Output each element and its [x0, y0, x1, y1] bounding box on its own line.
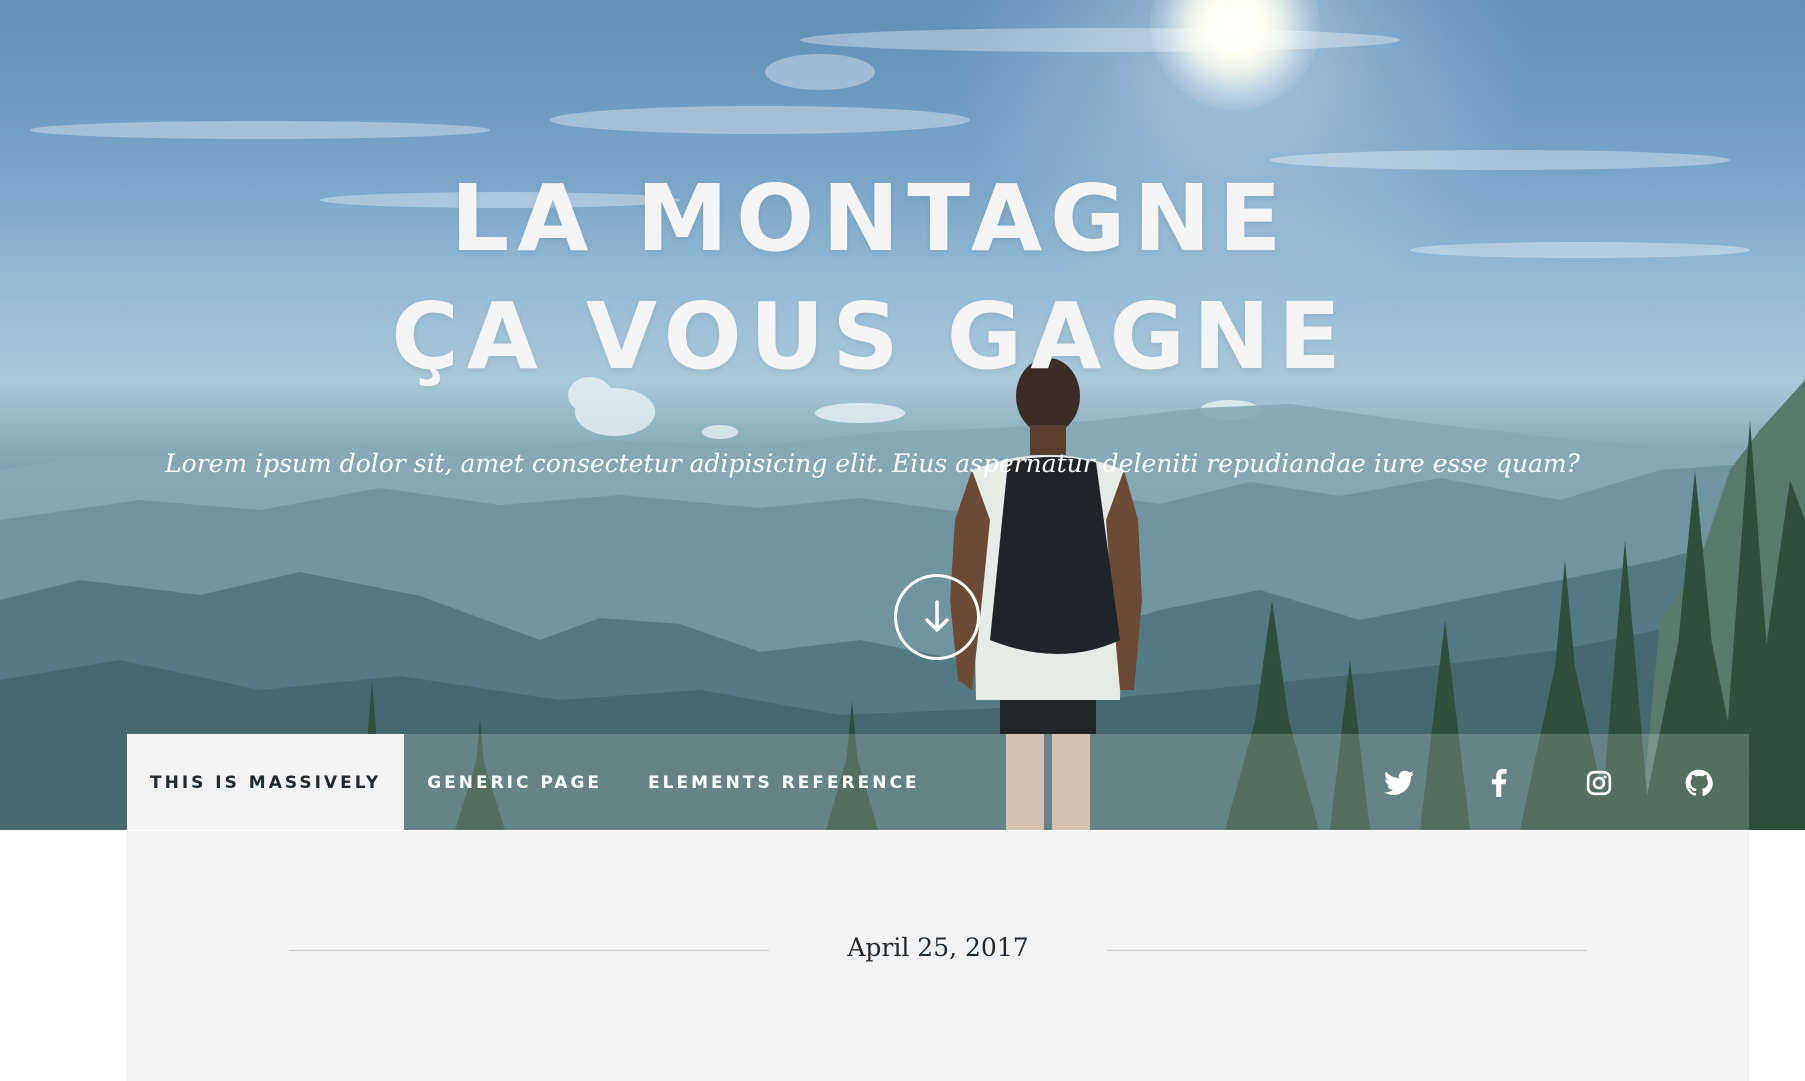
arrow-down-icon	[925, 600, 949, 632]
post-date: April 25, 2017	[847, 933, 1029, 962]
social-links	[1349, 734, 1749, 830]
hero-title-line-1: LA MONTAGNE	[450, 165, 1290, 272]
facebook-icon	[1491, 768, 1507, 797]
instagram-link[interactable]	[1549, 734, 1649, 830]
twitter-icon	[1384, 770, 1414, 795]
instagram-icon	[1586, 770, 1612, 795]
date-divider-left	[289, 950, 769, 951]
page: LA MONTAGNE ÇA VOUS GAGNE Lorem ipsum do…	[0, 0, 1805, 1081]
twitter-link[interactable]	[1349, 734, 1449, 830]
date-divider-right	[1107, 950, 1587, 951]
facebook-link[interactable]	[1449, 734, 1549, 830]
main-nav: THIS IS MASSIVELY GENERIC PAGE ELEMENTS …	[127, 734, 1749, 830]
hero-subtitle: Lorem ipsum dolor sit, amet consectetur …	[165, 449, 1580, 478]
hero-title-line-2: ÇA VOUS GAGNE	[391, 283, 1349, 390]
nav-link-elements-reference[interactable]: ELEMENTS REFERENCE	[625, 734, 943, 830]
nav-link-this-is-massively[interactable]: THIS IS MASSIVELY	[127, 734, 405, 830]
nav-link-generic-page[interactable]: GENERIC PAGE	[404, 734, 625, 830]
main-content: April 25, 2017	[127, 831, 1749, 1081]
scroll-down-button[interactable]	[894, 574, 980, 660]
github-link[interactable]	[1649, 734, 1749, 830]
mountain-landscape-image	[0, 28, 1805, 830]
hero-banner: LA MONTAGNE ÇA VOUS GAGNE Lorem ipsum do…	[0, 0, 1805, 830]
hero-title: LA MONTAGNE ÇA VOUS GAGNE	[0, 160, 1805, 396]
nav-links: THIS IS MASSIVELY GENERIC PAGE ELEMENTS …	[127, 734, 943, 830]
github-icon	[1685, 769, 1713, 796]
